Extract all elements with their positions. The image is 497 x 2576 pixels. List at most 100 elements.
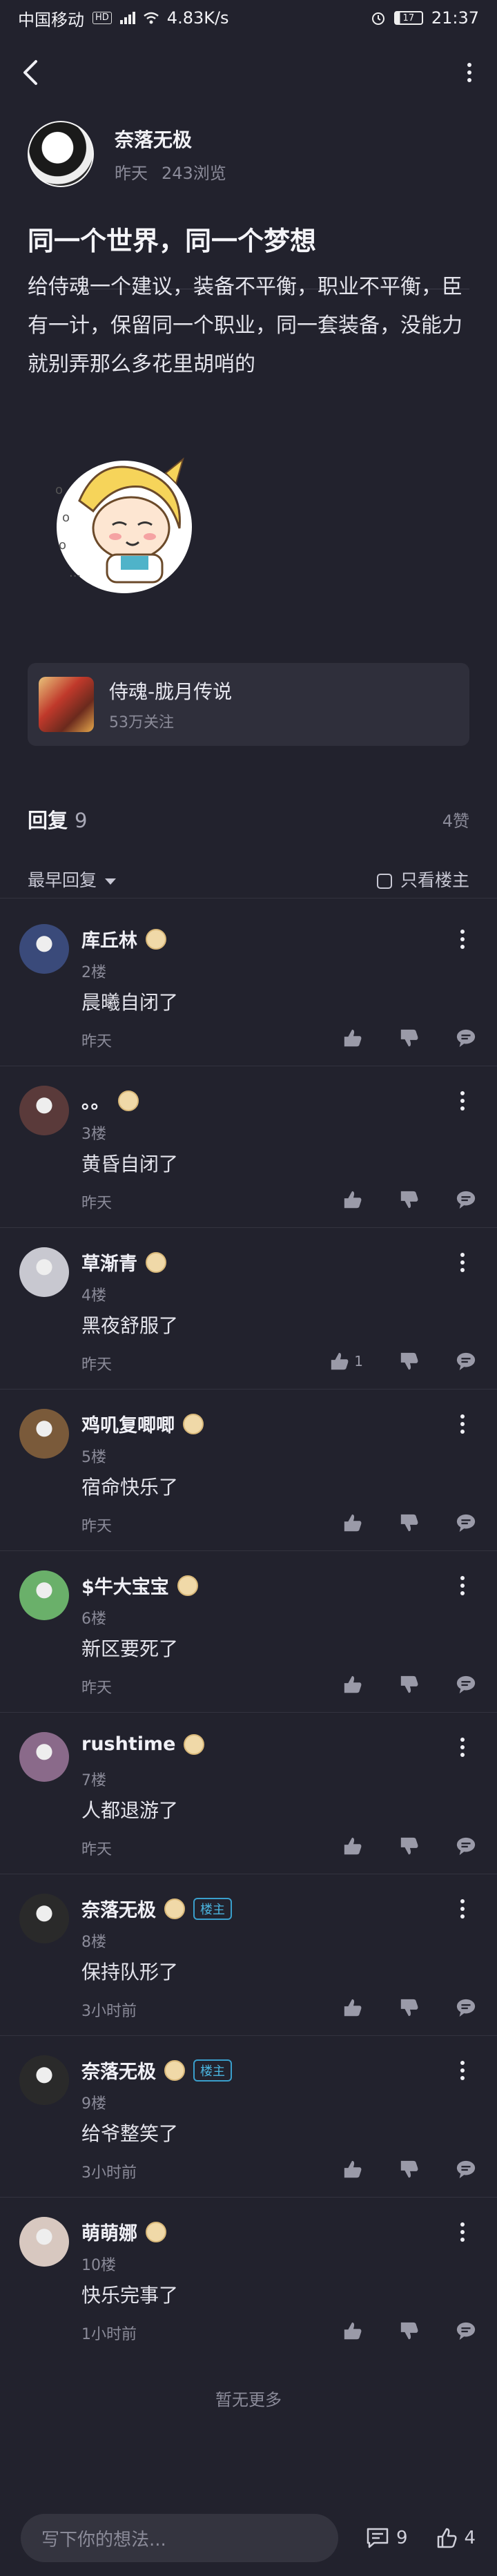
- thumbs-down-icon[interactable]: [399, 2320, 420, 2341]
- only-owner-toggle[interactable]: 只看楼主: [376, 867, 469, 892]
- comment-floor: 9楼: [81, 2095, 106, 2113]
- comment-time: 1小时前: [81, 2326, 137, 2343]
- more-icon[interactable]: [456, 1253, 469, 1272]
- reply-icon[interactable]: [456, 1028, 476, 1048]
- thumbs-down-icon[interactable]: [399, 1189, 420, 1210]
- reply-icon[interactable]: [456, 1512, 476, 1533]
- comment-icon: [367, 2528, 389, 2548]
- comment-author[interactable]: rushtime: [81, 1733, 175, 1755]
- level-badge-icon: [164, 2059, 185, 2081]
- more-icon[interactable]: [456, 1091, 469, 1111]
- list-item[interactable]: 库丘林 2楼 晨曦自闭了 昨天: [0, 905, 497, 1066]
- list-item[interactable]: 鸡叽复唧唧 5楼 宿命快乐了 昨天: [0, 1390, 497, 1551]
- comment-actions: [342, 1674, 476, 1695]
- reply-icon[interactable]: [456, 1189, 476, 1210]
- comment-text: 人都退游了: [81, 1799, 179, 1822]
- list-item[interactable]: 萌萌娜 10楼 快乐完事了 1小时前: [0, 2198, 497, 2359]
- reply-count: 9: [75, 809, 88, 832]
- thumbs-up-icon[interactable]: 1: [329, 1351, 363, 1372]
- reply-icon[interactable]: [456, 1997, 476, 2018]
- thumbs-up-icon[interactable]: [342, 2159, 363, 2180]
- thumbs-up-icon[interactable]: [342, 1674, 363, 1695]
- reply-icon[interactable]: [456, 1836, 476, 1856]
- comment-author[interactable]: 奈落无极: [81, 1895, 156, 1922]
- reply-icon[interactable]: [456, 1351, 476, 1372]
- more-icon[interactable]: [456, 1576, 469, 1595]
- more-icon[interactable]: [456, 1414, 469, 1434]
- reply-icon[interactable]: [456, 1674, 476, 1695]
- reply-icon[interactable]: [456, 2159, 476, 2180]
- comment-floor: 10楼: [81, 2257, 116, 2274]
- comment-author[interactable]: 萌萌娜: [81, 2218, 137, 2245]
- thumbs-up-icon[interactable]: [342, 1028, 363, 1048]
- comment-author[interactable]: 库丘林: [81, 925, 137, 952]
- game-card[interactable]: 侍魂-胧月传说 53万关注: [28, 663, 469, 746]
- thumbs-up-icon[interactable]: [342, 1512, 363, 1533]
- thumbs-down-icon[interactable]: [399, 1512, 420, 1533]
- comment-floor: 8楼: [81, 1934, 106, 1951]
- author-meta: 昨天 243浏览: [115, 160, 226, 184]
- level-badge-icon: [184, 1733, 205, 1755]
- alarm-icon: [371, 12, 384, 25]
- more-icon[interactable]: [456, 1738, 469, 1757]
- avatar[interactable]: [19, 1732, 69, 1782]
- comment-author[interactable]: 。。: [81, 1087, 110, 1114]
- avatar[interactable]: [19, 2055, 69, 2105]
- svg-text:o: o: [59, 538, 66, 552]
- avatar[interactable]: [19, 1409, 69, 1459]
- more-icon[interactable]: [456, 930, 469, 949]
- level-badge-icon: [183, 1413, 204, 1434]
- status-bar: 中国移动 HD 4.83K/s 17 21:37: [0, 0, 497, 36]
- thumbs-down-icon[interactable]: [399, 1351, 420, 1372]
- avatar[interactable]: [19, 1247, 69, 1297]
- avatar[interactable]: [19, 1086, 69, 1135]
- list-item[interactable]: 奈落无极 楼主 9楼 给爷整笑了 3小时前: [0, 2036, 497, 2198]
- owner-badge: 楼主: [193, 1897, 232, 1920]
- comment-floor: 7楼: [81, 1772, 106, 1789]
- svg-text:...: ...: [69, 566, 81, 580]
- comment-floor: 3楼: [81, 1126, 106, 1143]
- comment-author[interactable]: 奈落无极: [81, 2057, 156, 2084]
- compose-input[interactable]: 写下你的想法...: [21, 2514, 338, 2562]
- comment-button[interactable]: 9: [366, 2527, 408, 2549]
- reply-icon[interactable]: [456, 2320, 476, 2341]
- avatar[interactable]: [19, 2217, 69, 2267]
- thumbs-down-icon[interactable]: [399, 2159, 420, 2180]
- comment-name-row: 。。: [81, 1087, 139, 1114]
- more-icon[interactable]: [462, 63, 476, 82]
- thumbs-down-icon[interactable]: [399, 1674, 420, 1695]
- comment-author[interactable]: 草渐青: [81, 1249, 137, 1276]
- comment-author[interactable]: 鸡叽复唧唧: [81, 1410, 175, 1437]
- avatar[interactable]: [19, 1894, 69, 1943]
- thumbs-down-icon[interactable]: [399, 1997, 420, 2018]
- sort-dropdown[interactable]: 最早回复: [28, 867, 117, 892]
- back-icon[interactable]: [21, 59, 40, 86]
- list-item[interactable]: $牛大宝宝 6楼 新区要死了 昨天: [0, 1551, 497, 1713]
- avatar[interactable]: [19, 1570, 69, 1620]
- more-icon[interactable]: [456, 2061, 469, 2080]
- checkbox-icon[interactable]: [376, 874, 392, 889]
- list-item[interactable]: 。。 3楼 黄昏自闭了 昨天: [0, 1066, 497, 1228]
- svg-text:o: o: [55, 483, 63, 497]
- avatar[interactable]: [19, 924, 69, 974]
- thumbs-up-icon[interactable]: [342, 1997, 363, 2018]
- thumbs-up-icon[interactable]: [342, 2320, 363, 2341]
- more-icon[interactable]: [456, 1899, 469, 1919]
- more-icon[interactable]: [456, 2222, 469, 2242]
- list-item[interactable]: 奈落无极 楼主 8楼 保持队形了 3小时前: [0, 1874, 497, 2036]
- thumbs-up-icon[interactable]: [342, 1836, 363, 1856]
- avatar[interactable]: [28, 121, 94, 187]
- thumbs-up-icon[interactable]: [342, 1189, 363, 1210]
- thumbs-down-icon[interactable]: [399, 1836, 420, 1856]
- comment-text: 黄昏自闭了: [81, 1153, 179, 1175]
- thumbs-down-icon[interactable]: [399, 1028, 420, 1048]
- network-speed: 4.83K/s: [166, 8, 229, 28]
- comment-author[interactable]: $牛大宝宝: [81, 1572, 169, 1599]
- like-button[interactable]: 4: [436, 2527, 476, 2549]
- author-name[interactable]: 奈落无极: [115, 125, 226, 153]
- game-followers: 53万关注: [109, 714, 174, 731]
- comment-text: 晨曦自闭了: [81, 991, 179, 1014]
- list-item[interactable]: 草渐青 4楼 黑夜舒服了 昨天 1: [0, 1228, 497, 1390]
- list-item[interactable]: rushtime 7楼 人都退游了 昨天: [0, 1713, 497, 1874]
- comment-name-row: 奈落无极 楼主: [81, 1895, 232, 1922]
